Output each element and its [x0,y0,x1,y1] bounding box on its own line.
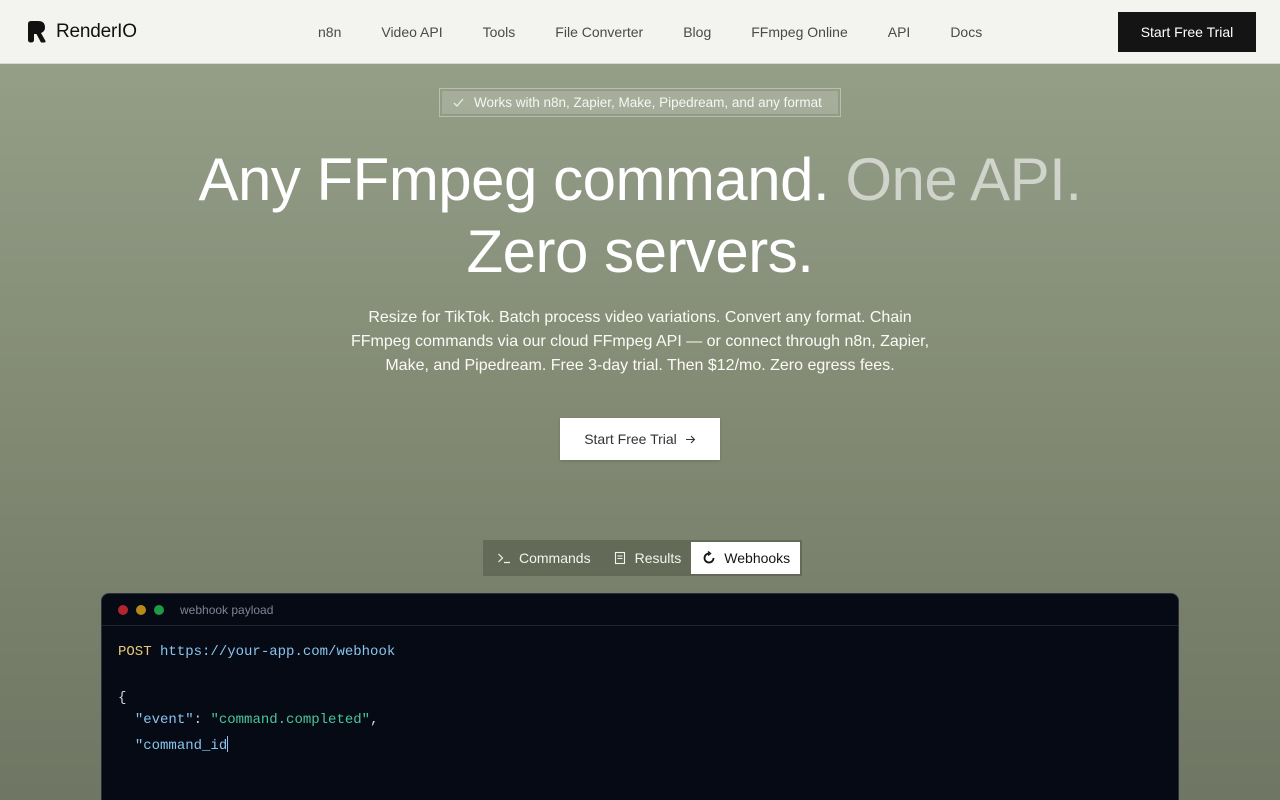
nav-link-video-api[interactable]: Video API [381,24,442,40]
brand-name: RenderIO [56,20,137,42]
hero-cta-label: Start Free Trial [584,431,677,447]
code-tabs: Commands Results Webhooks [483,540,803,576]
nav-link-docs[interactable]: Docs [950,24,982,40]
arrow-right-icon [685,435,696,443]
tab-webhooks-label: Webhooks [724,550,791,566]
open-brace: { [118,690,127,706]
nav-start-trial-button[interactable]: Start Free Trial [1118,12,1256,52]
code-line-event: "event": "command.completed", [134,712,379,728]
close-dot-icon [118,604,128,615]
check-icon [453,98,464,107]
hero-title-main: Any FFmpeg command. [198,146,830,213]
tab-commands-label: Commands [519,550,591,566]
webhook-refresh-icon [703,551,715,564]
code-window-header: webhook payload [102,594,1178,626]
code-window: webhook payload POST https://your-app.co… [101,593,1179,800]
top-navbar: RenderIO n8n Video API Tools File Conver… [0,0,1280,64]
nav-link-tools[interactable]: Tools [483,24,516,40]
command-id-key: "command_id [134,738,228,754]
brand[interactable]: RenderIO [26,20,137,43]
tab-results[interactable]: Results [601,542,692,574]
maximize-dot-icon [154,604,164,615]
text-cursor [227,736,229,752]
tab-webhooks[interactable]: Webhooks [691,542,801,574]
badge-text: Works with n8n, Zapier, Make, Pipedream,… [474,95,822,110]
hero-title-line2: Zero servers. [466,218,814,285]
nav-link-api[interactable]: API [888,24,911,40]
minimize-dot-icon [136,604,146,615]
nav-link-ffmpeg-online[interactable]: FFmpeg Online [751,24,847,40]
code-window-title: webhook payload [180,602,274,617]
tab-results-label: Results [634,550,682,566]
nav-link-blog[interactable]: Blog [683,24,711,40]
code-line-open-brace: { [118,690,126,706]
hero-start-trial-button[interactable]: Start Free Trial [560,418,720,460]
document-icon [614,551,625,565]
hero-title: Any FFmpeg command. One API. Zero server… [0,144,1280,288]
webhook-url: https://your-app.com/webhook [160,644,396,660]
renderio-logo-icon [28,21,46,43]
terminal-prompt-icon [498,553,510,564]
hero-title-dim: One API. [845,146,1082,213]
code-line-request: POST https://your-app.com/webhook [118,644,395,660]
nav-link-n8n[interactable]: n8n [318,24,341,40]
tab-commands[interactable]: Commands [485,542,601,574]
code-line-command-id: "command_id [118,736,229,754]
nav-links: n8n Video API Tools File Converter Blog … [318,0,1022,64]
nav-link-file-converter[interactable]: File Converter [555,24,643,40]
http-method: POST [118,644,152,660]
hero-subtitle: Resize for TikTok. Batch process video v… [350,309,930,374]
event-key: "event" [134,712,194,728]
compatibility-badge: Works with n8n, Zapier, Make, Pipedream,… [439,88,841,117]
event-value: "command.completed" [210,712,371,728]
